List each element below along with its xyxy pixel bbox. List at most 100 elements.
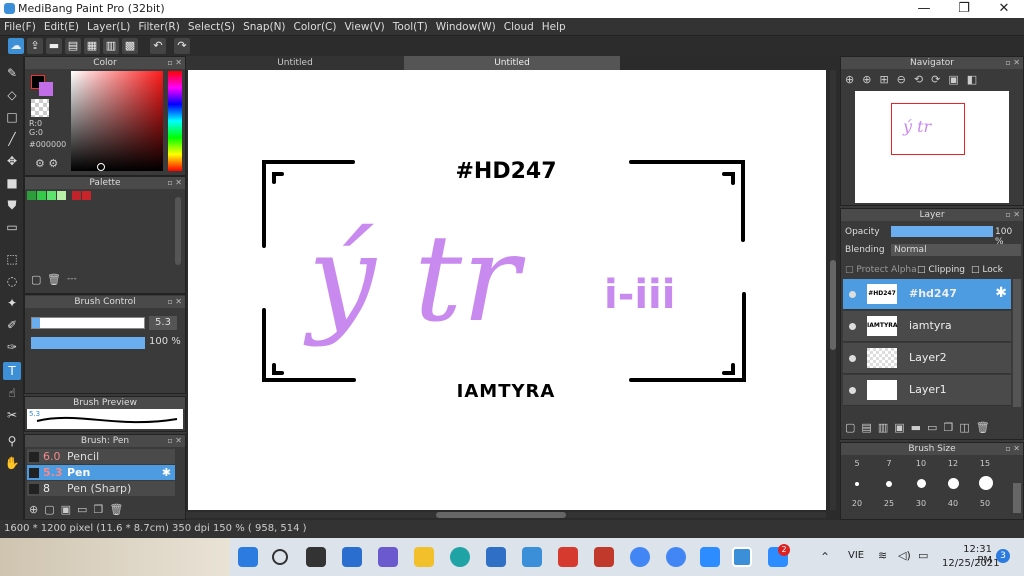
line-tool-icon[interactable]: ╱ [3, 130, 21, 148]
brush-size-option[interactable]: 7 [877, 459, 901, 468]
magic-wand-tool-icon[interactable]: ✦ [3, 294, 21, 312]
navigator-preview[interactable]: ý tr [855, 91, 1009, 203]
palette-swatch[interactable] [82, 191, 91, 200]
rotate-left-icon[interactable]: ⟲ [914, 73, 931, 86]
rotate-right-icon[interactable]: ⟳ [931, 73, 948, 86]
widgets-icon[interactable] [342, 547, 362, 567]
select-tool-icon[interactable]: ⬚ [3, 250, 21, 268]
operation-tool-icon[interactable]: ☝ [3, 384, 21, 402]
file-explorer-icon[interactable] [414, 547, 434, 567]
palette-swatch[interactable] [47, 191, 56, 200]
brush-size-option[interactable]: 50 [973, 499, 997, 508]
tab-untitled-2[interactable]: Untitled [404, 56, 620, 70]
select-pen-tool-icon[interactable]: ✐ [3, 316, 21, 334]
brush-size-dot[interactable] [855, 482, 859, 486]
visibility-eye-icon[interactable] [849, 355, 856, 362]
bucket-tool-icon[interactable]: ⛊ [3, 196, 21, 214]
visibility-eye-icon[interactable] [849, 387, 856, 394]
menu-layer[interactable]: Layer(L) [83, 18, 134, 36]
brush-size-option[interactable]: 25 [877, 499, 901, 508]
undo-icon[interactable]: ↶ [150, 38, 166, 54]
brush-settings-icon[interactable]: ✱ [162, 465, 171, 480]
notification-count[interactable]: 3 [996, 549, 1010, 563]
task-view-icon[interactable] [306, 547, 326, 567]
move-tool-icon[interactable]: ✥ [3, 152, 21, 170]
hand-tool-icon[interactable]: ✋ [3, 454, 21, 472]
antivirus-icon[interactable] [558, 547, 578, 567]
brush-opacity-slider[interactable] [31, 337, 145, 349]
brush-size-dot[interactable] [886, 481, 892, 487]
panel-close-icon[interactable]: ▫ ✕ [1005, 57, 1020, 69]
delete-brush-icon[interactable]: 🗑 [109, 503, 129, 516]
fullscreen-icon[interactable]: ▣ [948, 73, 966, 86]
picker-cursor[interactable] [97, 163, 105, 171]
visibility-eye-icon[interactable] [849, 291, 856, 298]
rectangle-tool-icon[interactable]: □ [3, 108, 21, 126]
brush-size-dot[interactable] [917, 479, 926, 488]
minimize-button[interactable]: — [904, 0, 944, 18]
app-icon[interactable] [594, 547, 614, 567]
palette-swatch[interactable] [37, 191, 46, 200]
menu-tool[interactable]: Tool(T) [389, 18, 432, 36]
visibility-eye-icon[interactable] [849, 323, 856, 330]
add-palette-icon[interactable]: ▢ [31, 273, 41, 286]
eyedropper-tool-icon[interactable]: ⚲ [3, 432, 21, 450]
vertical-scrollbar[interactable] [830, 70, 836, 510]
chat-icon[interactable]: ▤ [65, 38, 81, 54]
palette-swatch[interactable] [27, 191, 36, 200]
menu-select[interactable]: Select(S) [184, 18, 239, 36]
maximize-button[interactable]: ❐ [944, 0, 984, 18]
add-brush-icon[interactable]: ⊕ [29, 503, 44, 516]
copy-icon[interactable]: ❐ [93, 503, 109, 516]
document-icon[interactable]: ▦ [84, 38, 100, 54]
clipping-checkbox[interactable]: □ Clipping [917, 265, 965, 275]
layer-row-iamtyra[interactable]: IAMTYRA iamtyra [843, 311, 1011, 342]
medibang-icon[interactable] [732, 547, 752, 567]
new-brush-icon[interactable]: ▢ [44, 503, 60, 516]
brush-size-slider[interactable] [31, 317, 145, 329]
delete-layer-icon[interactable]: 🗑 [976, 421, 996, 434]
panel-close-icon[interactable]: ▫ ✕ [167, 296, 182, 308]
volume-icon[interactable]: ◁) [898, 549, 911, 562]
panel-close-icon[interactable]: ▫ ✕ [167, 177, 182, 189]
blending-select[interactable]: Normal [891, 244, 1021, 256]
transparent-color-swatch[interactable] [31, 99, 49, 117]
brush-size-option[interactable]: 30 [909, 499, 933, 508]
wifi-icon[interactable]: ≋ [878, 549, 887, 562]
menu-view[interactable]: View(V) [340, 18, 388, 36]
brush-size-option[interactable]: 10 [909, 459, 933, 468]
language-indicator[interactable]: VIE [848, 550, 864, 561]
secondary-color-swatch[interactable] [39, 82, 53, 96]
chrome-icon[interactable] [666, 547, 686, 567]
palette-swatch[interactable] [72, 191, 81, 200]
cloud-icon[interactable]: ☁ [8, 38, 24, 54]
move-layer-icon[interactable]: ◫ [959, 421, 975, 434]
new-layer-1bit-icon[interactable]: ▥ [878, 421, 894, 434]
palette-swatch[interactable] [57, 191, 66, 200]
new-layer-8bit-icon[interactable]: ▤ [861, 421, 877, 434]
brush-menu-icon[interactable]: ▣ [61, 503, 77, 516]
folder-icon[interactable]: ▬ [911, 421, 927, 434]
menu-file[interactable]: File(F) [0, 18, 40, 36]
menu-edit[interactable]: Edit(E) [40, 18, 83, 36]
duplicate-icon[interactable]: ❐ [943, 421, 959, 434]
panels-icon[interactable]: ▩ [122, 38, 138, 54]
divide-tool-icon[interactable]: ✂ [3, 406, 21, 424]
protect-alpha-checkbox[interactable]: □ Protect Alpha [845, 265, 917, 275]
menu-cloud[interactable]: Cloud [500, 18, 538, 36]
fill-rect-tool-icon[interactable]: ■ [3, 174, 21, 192]
color-options-icon[interactable]: ⚙ ⚙ [35, 157, 58, 170]
horizontal-scrollbar[interactable] [186, 512, 826, 518]
zoom-in-icon[interactable]: ⊕ [845, 73, 862, 86]
panel-close-icon[interactable]: ▫ ✕ [167, 435, 182, 447]
brush-size-value[interactable]: 5.3 [149, 316, 177, 330]
text-tool-icon[interactable]: T [3, 362, 21, 380]
layer-row-hd247[interactable]: #HD247 #hd247 ✱ [843, 279, 1011, 310]
brush-size-option[interactable]: 40 [941, 499, 965, 508]
layer-opacity-slider[interactable] [891, 226, 993, 237]
store-icon[interactable] [486, 547, 506, 567]
layer-row-layer1[interactable]: Layer1 [843, 375, 1011, 406]
saturation-picker[interactable] [71, 71, 163, 171]
delete-palette-icon[interactable]: 🗑 [47, 273, 61, 286]
edge-icon[interactable] [450, 547, 470, 567]
